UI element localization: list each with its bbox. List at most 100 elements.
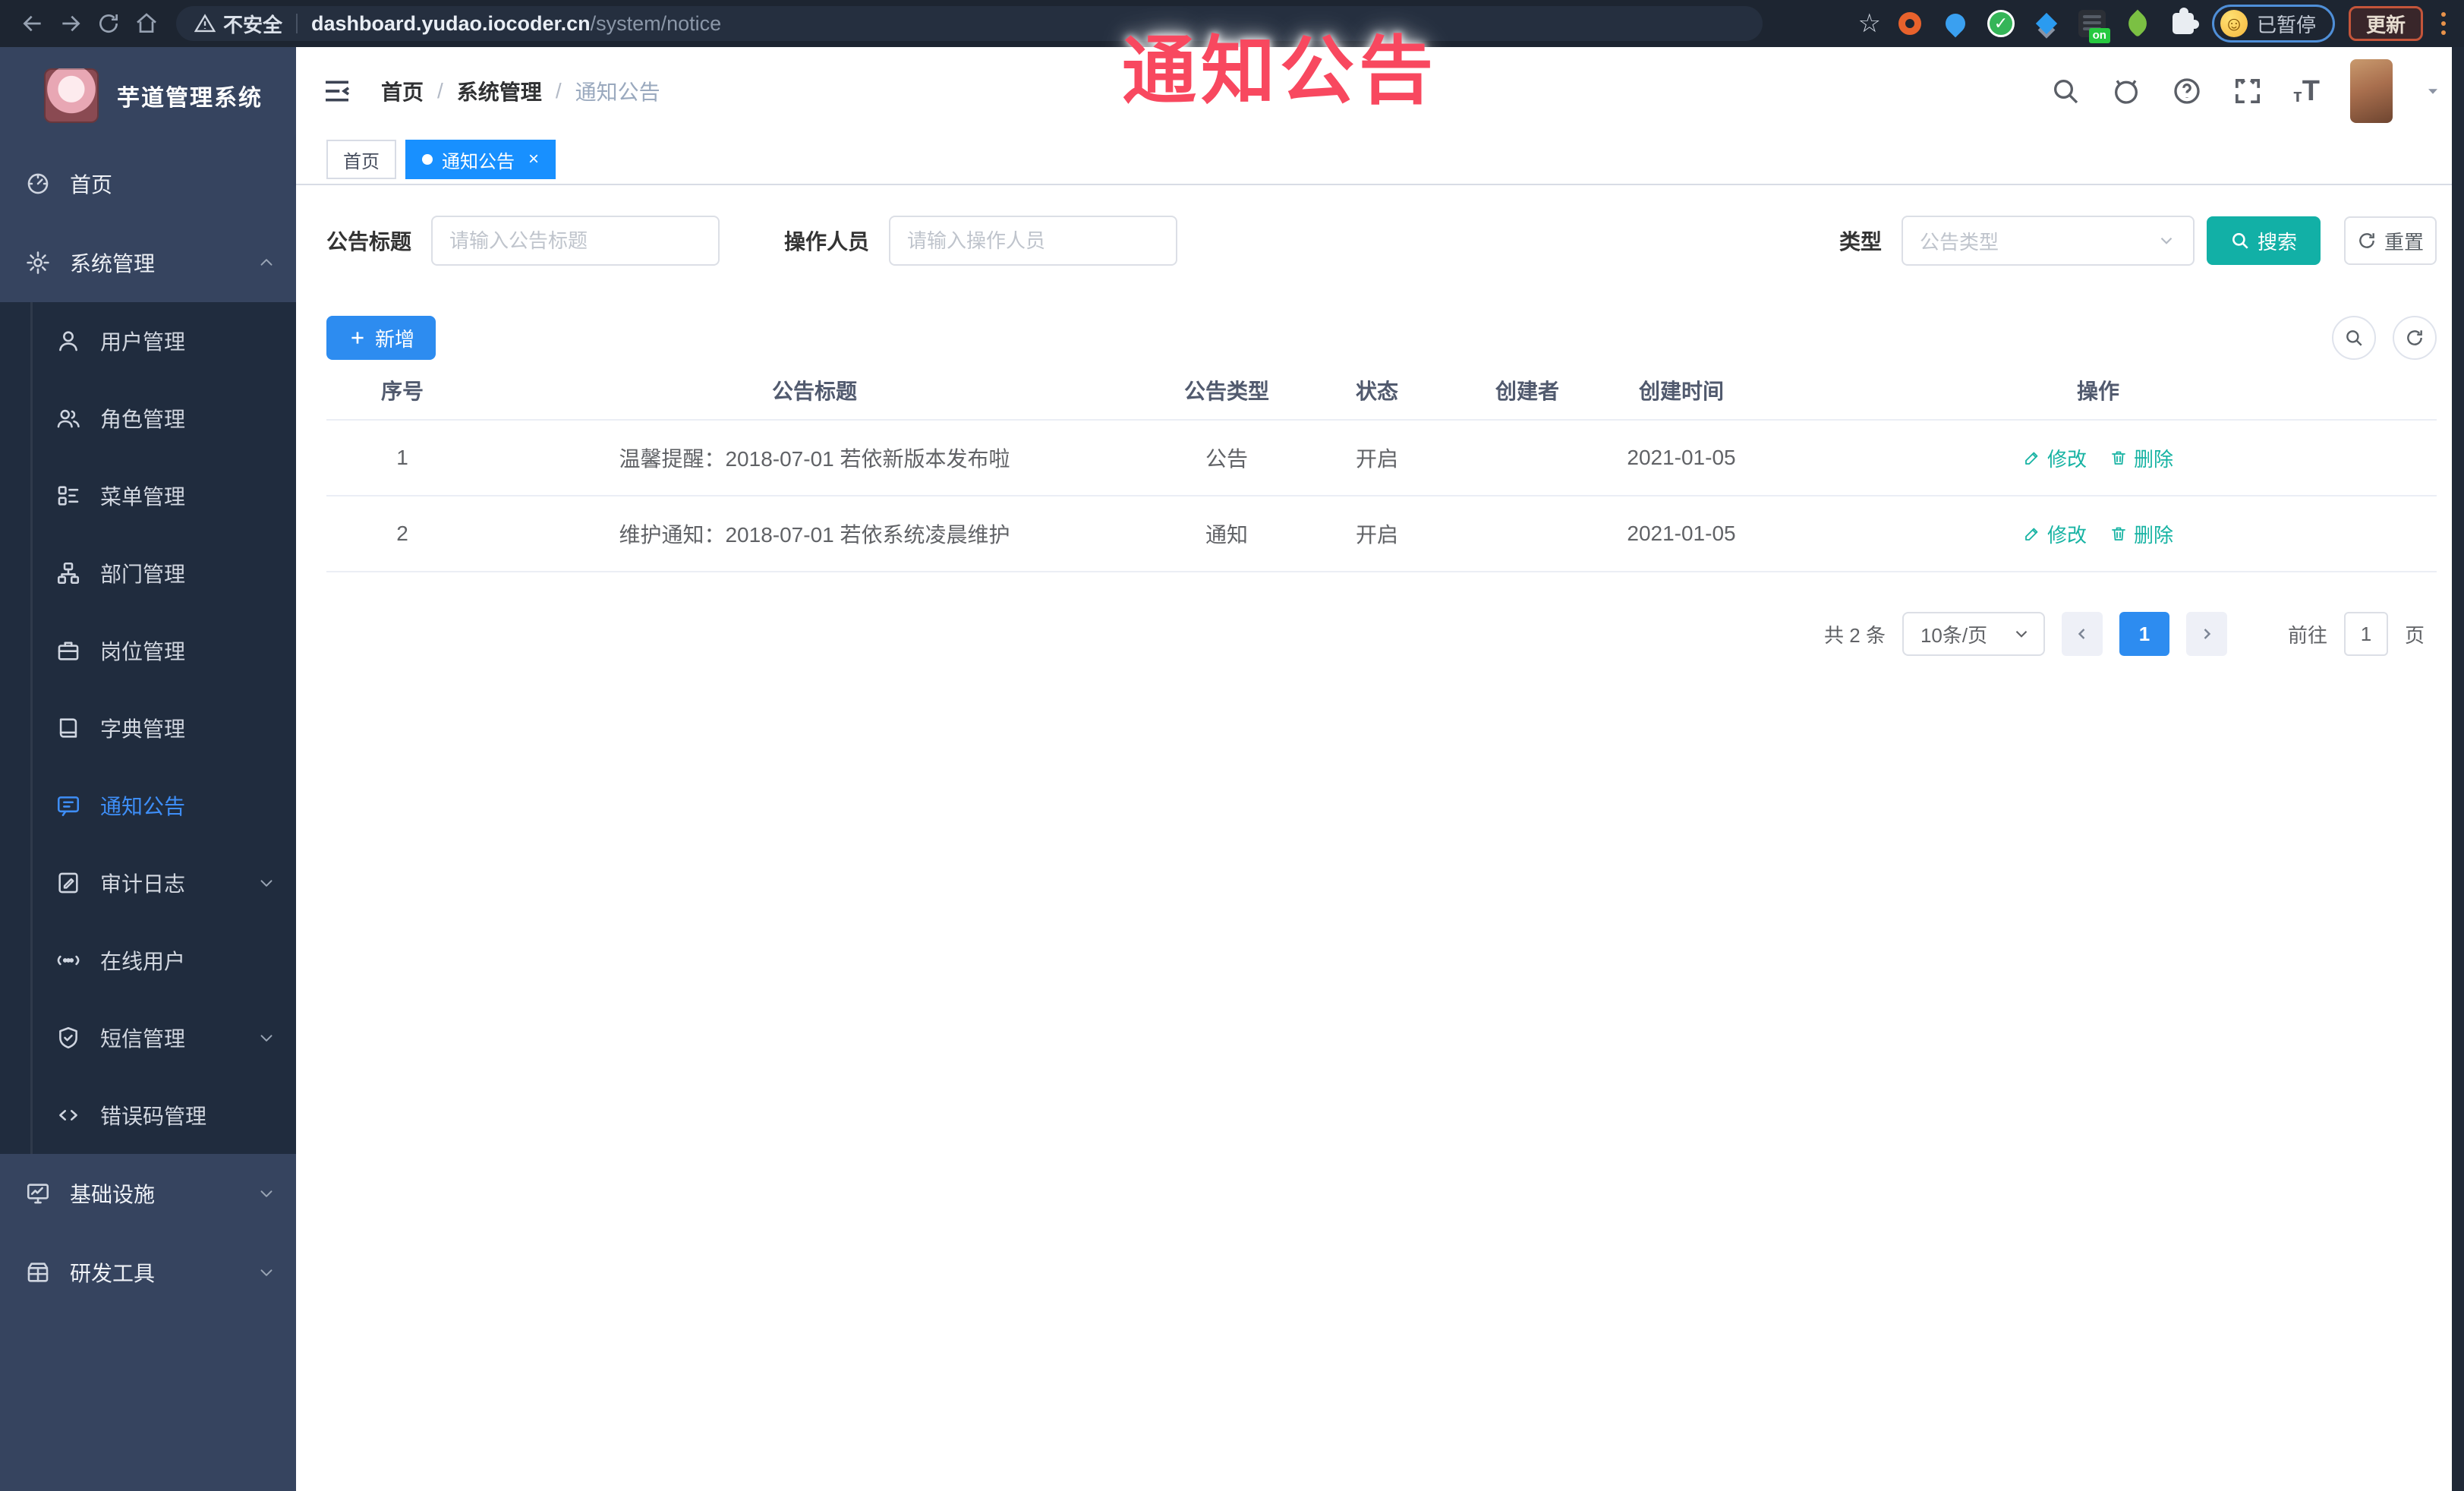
sidebar-item-角色管理[interactable]: 角色管理 bbox=[0, 380, 296, 457]
tab-notice[interactable]: 通知公告 × bbox=[405, 140, 556, 179]
active-tab-dot bbox=[422, 154, 433, 165]
page-number-1[interactable]: 1 bbox=[2119, 612, 2169, 656]
collapse-sidebar-icon[interactable] bbox=[322, 76, 352, 106]
address-bar[interactable]: 不安全 dashboard.yudao.iocoder.cn/system/no… bbox=[176, 6, 1763, 41]
fullscreen-icon[interactable] bbox=[2232, 76, 2263, 106]
browser-forward-icon[interactable] bbox=[52, 5, 90, 43]
edit-icon bbox=[2023, 525, 2041, 543]
next-page-button[interactable] bbox=[2185, 612, 2227, 656]
sidebar-item-审计日志[interactable]: 审计日志 bbox=[0, 844, 296, 922]
delete-icon bbox=[2110, 525, 2128, 543]
blue-pin-extension-icon[interactable] bbox=[1940, 8, 1971, 39]
header-search-icon[interactable] bbox=[2050, 76, 2081, 106]
dashboard-icon bbox=[23, 171, 53, 197]
select-caret-icon bbox=[2157, 231, 2176, 251]
user-menu-caret-icon[interactable] bbox=[2423, 81, 2443, 101]
cell-公告类型: 公告 bbox=[1205, 447, 1248, 471]
tab-home[interactable]: 首页 bbox=[326, 140, 396, 179]
goto-page-input[interactable] bbox=[2343, 612, 2388, 656]
sidebar-item-系统管理[interactable]: 系统管理 bbox=[0, 223, 296, 302]
sidebar-item-短信管理[interactable]: 短信管理 bbox=[0, 999, 296, 1076]
sidebar-item-用户管理[interactable]: 用户管理 bbox=[0, 302, 296, 380]
sidebar-item-在线用户[interactable]: 在线用户 bbox=[0, 922, 296, 999]
browser-scrollbar[interactable] bbox=[2452, 47, 2464, 1491]
breadcrumb-item-首页[interactable]: 首页 bbox=[381, 76, 424, 106]
sidebar-item-首页[interactable]: 首页 bbox=[0, 144, 296, 223]
refresh-table-button[interactable] bbox=[2393, 316, 2437, 360]
briefcase-icon bbox=[53, 638, 83, 664]
org-tree-icon bbox=[53, 560, 83, 586]
toggle-search-button[interactable] bbox=[2332, 316, 2376, 360]
edit-link[interactable]: 修改 bbox=[2023, 444, 2087, 472]
online-users-icon bbox=[53, 947, 83, 973]
chrome-menu-icon[interactable] bbox=[2437, 9, 2450, 38]
operator-filter-input[interactable] bbox=[889, 216, 1178, 266]
column-header-序号: 序号 bbox=[380, 380, 424, 403]
title-filter-input[interactable] bbox=[431, 216, 720, 266]
table-body: 1 温馨提醒：2018-07-01 若依新版本发布啦 公告 开启 2021-01-05 修… bbox=[326, 421, 2437, 572]
sidebar: 芋道管理系统 首页 系统管理用户管理角色管理菜单管理部门管理 岗位管理 字典管理通知公… bbox=[0, 47, 296, 1491]
delete-link[interactable]: 删除 bbox=[2110, 520, 2173, 548]
sidebar-item-label: 用户管理 bbox=[100, 330, 186, 354]
delete-link[interactable]: 删除 bbox=[2110, 444, 2173, 472]
chevron-down-icon bbox=[257, 1028, 276, 1048]
sidebar-item-岗位管理[interactable]: 岗位管理 bbox=[0, 612, 296, 689]
orange-ring-extension-icon[interactable] bbox=[1895, 8, 1925, 39]
column-header-操作: 操作 bbox=[2076, 380, 2119, 403]
sidebar-item-label: 短信管理 bbox=[100, 1027, 186, 1051]
annotation-overlay-text: 通知公告 bbox=[1122, 29, 1438, 112]
column-header-状态: 状态 bbox=[1355, 380, 1398, 403]
bookmark-star-icon[interactable]: ☆ bbox=[1857, 11, 1880, 36]
chrome-update-button[interactable]: 更新 bbox=[2348, 6, 2423, 41]
monitor-icon bbox=[23, 1181, 53, 1206]
sidebar-item-基础设施[interactable]: 基础设施 bbox=[0, 1154, 296, 1233]
green-check-extension-icon[interactable]: ✓ bbox=[1986, 8, 2016, 39]
sidebar-item-错误码管理[interactable]: 错误码管理 bbox=[0, 1076, 296, 1154]
github-icon[interactable] bbox=[2111, 76, 2141, 106]
address-divider bbox=[296, 14, 298, 33]
database-on-extension-icon[interactable]: on bbox=[2077, 8, 2110, 43]
browser-reload-icon[interactable] bbox=[90, 5, 128, 43]
chevron-up-icon bbox=[257, 253, 276, 273]
goto-label: 前往 bbox=[2287, 623, 2327, 647]
font-size-icon[interactable]: тT bbox=[2293, 77, 2320, 106]
title-filter-label: 公告标题 bbox=[326, 230, 412, 254]
url-path: /system/notice bbox=[590, 11, 722, 35]
green-leaf-extension-icon[interactable] bbox=[2122, 8, 2153, 39]
add-notice-button[interactable]: 新增 bbox=[326, 316, 436, 360]
browser-home-icon[interactable] bbox=[128, 5, 165, 43]
close-tab-icon[interactable]: × bbox=[528, 149, 539, 170]
sidebar-item-部门管理[interactable]: 部门管理 bbox=[0, 534, 296, 612]
app-logo bbox=[44, 68, 99, 123]
user-avatar[interactable] bbox=[2350, 59, 2393, 123]
users-icon bbox=[53, 405, 83, 431]
prev-page-button[interactable] bbox=[2061, 612, 2103, 656]
breadcrumb-separator: / bbox=[555, 79, 562, 102]
notice-page-content: 公告标题 操作人员 类型 公告类型 搜索 重 bbox=[296, 185, 2464, 1491]
reset-button[interactable]: 重置 bbox=[2344, 216, 2437, 265]
breadcrumb-separator: / bbox=[437, 79, 443, 102]
not-secure-warning-icon bbox=[194, 13, 216, 34]
sidebar-item-通知公告[interactable]: 通知公告 bbox=[0, 767, 296, 844]
shield-icon bbox=[53, 1025, 83, 1051]
sidebar-item-label: 通知公告 bbox=[100, 795, 186, 818]
sidebar-item-label: 基础设施 bbox=[70, 1183, 156, 1206]
breadcrumb-item-系统管理[interactable]: 系统管理 bbox=[457, 76, 542, 106]
sidebar-item-研发工具[interactable]: 研发工具 bbox=[0, 1233, 296, 1312]
puzzle-extensions-icon[interactable] bbox=[2168, 8, 2199, 39]
type-filter-select[interactable]: 公告类型 bbox=[1902, 216, 2195, 266]
user-icon bbox=[53, 328, 83, 354]
sidebar-item-label: 菜单管理 bbox=[100, 485, 186, 509]
not-secure-label: 不安全 bbox=[223, 13, 283, 36]
profile-paused-pill[interactable]: ☺ 已暂停 bbox=[2211, 5, 2335, 43]
edit-link[interactable]: 修改 bbox=[2023, 520, 2087, 548]
browser-back-icon[interactable] bbox=[14, 5, 52, 43]
search-button[interactable]: 搜索 bbox=[2207, 216, 2321, 265]
sidebar-item-菜单管理[interactable]: 菜单管理 bbox=[0, 457, 296, 534]
blue-diamond-extension-icon[interactable] bbox=[2031, 8, 2062, 39]
page-size-select[interactable]: 10条/页 bbox=[1902, 612, 2045, 656]
url-host: dashboard.yudao.iocoder.cn bbox=[311, 11, 591, 35]
sidebar-item-字典管理[interactable]: 字典管理 bbox=[0, 689, 296, 767]
app-logo-row[interactable]: 芋道管理系统 bbox=[0, 47, 296, 144]
docs-question-icon[interactable] bbox=[2172, 76, 2202, 106]
